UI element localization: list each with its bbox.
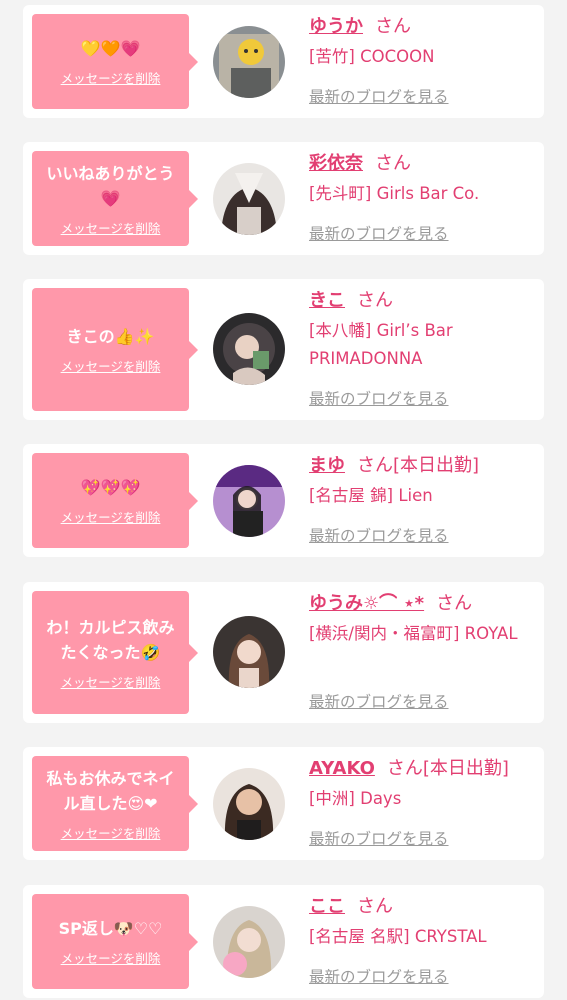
avatar[interactable] [213, 906, 285, 978]
avatar[interactable] [213, 768, 285, 840]
shop-name: [先斗町] Girls Bar Co. [309, 184, 480, 203]
girl-avatar-icon [213, 163, 285, 235]
profile-info: 彩依奈 さん [先斗町] Girls Bar Co. [309, 152, 537, 208]
status-badge: [本日出勤] [422, 758, 509, 779]
message-text: SP返し🐶♡♡ [58, 919, 163, 938]
delete-message-link[interactable]: メッセージを削除 [61, 68, 161, 87]
girl-avatar-icon [213, 465, 285, 537]
girl-avatar-icon [213, 26, 285, 98]
profile-info: ゆうか さん [苦竹] COCOON [309, 15, 537, 71]
honorific: さん [375, 153, 411, 174]
latest-blog-link[interactable]: 最新のブログを見る [309, 85, 449, 107]
message-bubble: いいねありがとう💗 メッセージを削除 [32, 151, 198, 246]
message-text: 💖💖💖 [80, 478, 141, 497]
latest-blog-link[interactable]: 最新のブログを見る [309, 690, 449, 712]
girl-name-link[interactable]: AYAKO [309, 758, 375, 779]
delete-message-link[interactable]: メッセージを削除 [61, 507, 161, 526]
shop-name: [名古屋 名駅] CRYSTAL [309, 927, 487, 946]
girl-avatar-icon [213, 906, 285, 978]
message-text: わ！カルピス飲みたくなった🤣 [46, 617, 175, 662]
profile-info: きこ さん [本八幡] Girl’s Bar PRIMADONNA [309, 289, 537, 373]
girl-name-link[interactable]: 彩依奈 [309, 153, 363, 174]
message-card: 💛🧡💗 メッセージを削除 ゆうか さん [苦竹] COCOON 最新のブログを見る [23, 5, 544, 118]
latest-blog-link[interactable]: 最新のブログを見る [309, 387, 449, 409]
message-bubble: 💖💖💖 メッセージを削除 [32, 453, 198, 548]
girl-avatar-icon [213, 313, 285, 385]
honorific: さん [375, 16, 411, 37]
profile-info: ここ さん [名古屋 名駅] CRYSTAL [309, 895, 537, 951]
latest-blog-link[interactable]: 最新のブログを見る [309, 524, 449, 546]
message-card: 私もお休みでネイル直した😍❤ メッセージを削除 AYAKO さん[本日出勤] [中… [23, 747, 544, 860]
honorific: さん [357, 290, 393, 311]
message-bubble: わ！カルピス飲みたくなった🤣 メッセージを削除 [32, 591, 198, 714]
delete-message-link[interactable]: メッセージを削除 [61, 218, 161, 237]
shop-name: [苦竹] COCOON [309, 47, 435, 66]
message-list: 💛🧡💗 メッセージを削除 ゆうか さん [苦竹] COCOON 最新のブログを見る… [0, 0, 567, 1000]
message-card: きこの👍✨ メッセージを削除 きこ さん [本八幡] Girl’s Bar PRI… [23, 279, 544, 420]
honorific: さん [357, 896, 393, 917]
message-bubble: SP返し🐶♡♡ メッセージを削除 [32, 894, 198, 989]
honorific: さん [436, 593, 473, 614]
message-bubble: 私もお休みでネイル直した😍❤ メッセージを削除 [32, 756, 198, 851]
girl-name-link[interactable]: きこ [309, 290, 345, 311]
shop-name: [本八幡] Girl’s Bar PRIMADONNA [309, 321, 453, 368]
girl-name-link[interactable]: ゆうみ☼⌒ ⋆* [309, 593, 424, 614]
profile-info: AYAKO さん[本日出勤] [中洲] Days [309, 757, 537, 813]
girl-avatar-icon [213, 616, 285, 688]
latest-blog-link[interactable]: 最新のブログを見る [309, 222, 449, 244]
avatar[interactable] [213, 465, 285, 537]
delete-message-link[interactable]: メッセージを削除 [61, 823, 161, 842]
latest-blog-link[interactable]: 最新のブログを見る [309, 827, 449, 849]
girl-name-link[interactable]: ゆうか [309, 16, 363, 37]
message-bubble: 💛🧡💗 メッセージを削除 [32, 14, 198, 109]
message-card: わ！カルピス飲みたくなった🤣 メッセージを削除 ゆうみ☼⌒ ⋆* さん [横浜/関… [23, 582, 544, 723]
profile-info: ゆうみ☼⌒ ⋆* さん [横浜/関内・福富町] ROYAL [309, 592, 537, 648]
shop-name: [横浜/関内・福富町] ROYAL [309, 624, 518, 643]
girl-name-link[interactable]: まゆ [309, 455, 345, 476]
shop-name: [中洲] Days [309, 789, 402, 808]
message-text: きこの👍✨ [66, 327, 155, 346]
latest-blog-link[interactable]: 最新のブログを見る [309, 965, 449, 987]
message-text: 💛🧡💗 [80, 39, 141, 58]
message-bubble: きこの👍✨ メッセージを削除 [32, 288, 198, 411]
avatar[interactable] [213, 26, 285, 98]
avatar[interactable] [213, 616, 285, 688]
message-text: 私もお休みでネイル直した😍❤ [46, 768, 175, 813]
message-card: SP返し🐶♡♡ メッセージを削除 ここ さん [名古屋 名駅] CRYSTAL 最… [23, 885, 544, 998]
delete-message-link[interactable]: メッセージを削除 [61, 948, 161, 967]
shop-name: [名古屋 錦] Lien [309, 486, 433, 505]
delete-message-link[interactable]: メッセージを削除 [61, 672, 161, 691]
delete-message-link[interactable]: メッセージを削除 [61, 356, 161, 375]
avatar[interactable] [213, 313, 285, 385]
honorific: さん [357, 455, 393, 476]
message-card: いいねありがとう💗 メッセージを削除 彩依奈 さん [先斗町] Girls Bar… [23, 142, 544, 255]
honorific: さん [386, 758, 423, 779]
status-badge: [本日出勤] [393, 455, 480, 476]
message-card: 💖💖💖 メッセージを削除 まゆ さん[本日出勤] [名古屋 錦] Lien 最新の… [23, 444, 544, 557]
message-text: いいねありがとう💗 [46, 163, 175, 208]
girl-avatar-icon [213, 768, 285, 840]
girl-name-link[interactable]: ここ [309, 896, 345, 917]
avatar[interactable] [213, 163, 285, 235]
profile-info: まゆ さん[本日出勤] [名古屋 錦] Lien [309, 454, 537, 510]
